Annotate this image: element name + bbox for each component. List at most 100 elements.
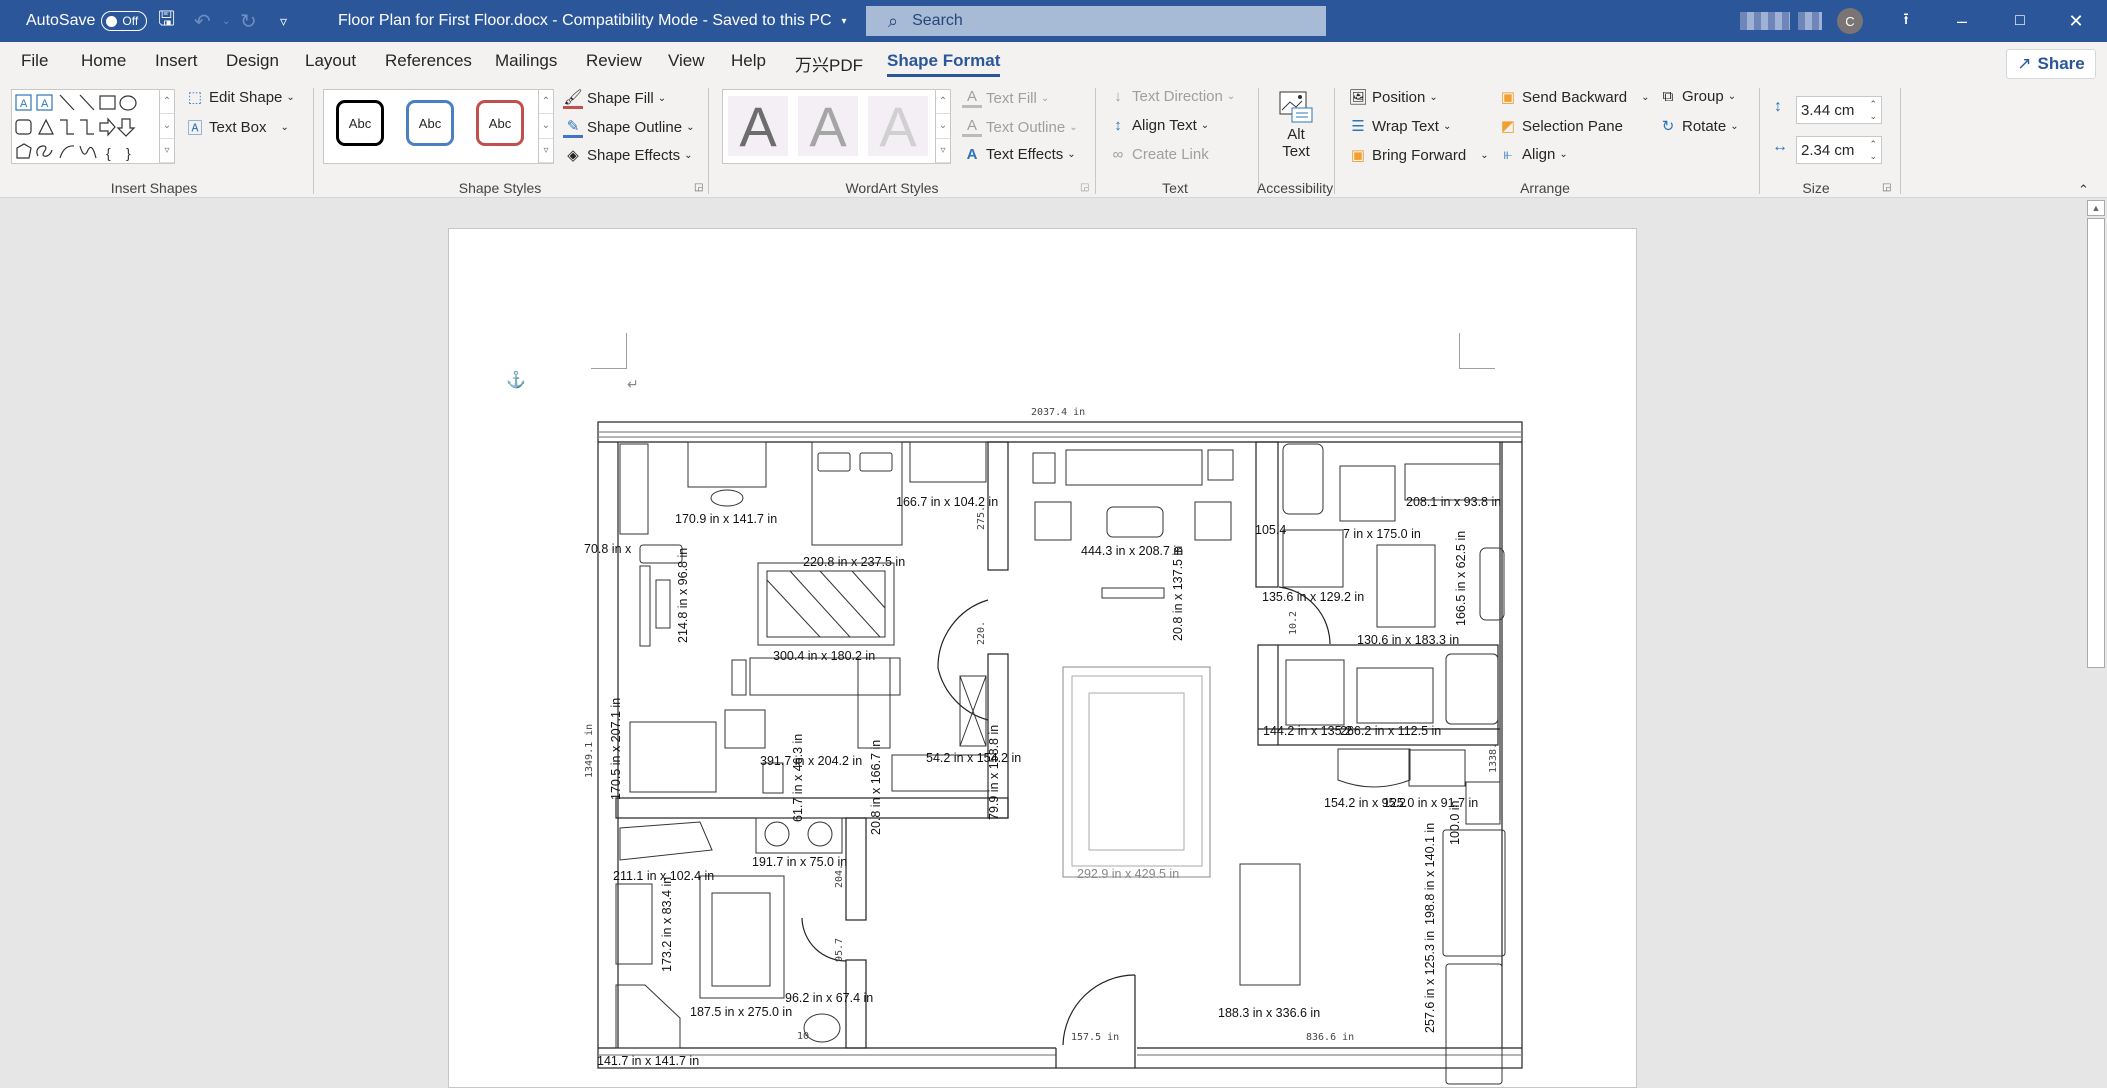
dim-mark: 10	[797, 1031, 809, 1042]
furniture-size-label: 144.2 in x 135.2	[1263, 724, 1352, 738]
scroll-up-arrow-icon[interactable]: ▲	[2087, 200, 2105, 216]
rug-stripe	[766, 579, 821, 638]
office-equipment	[1356, 667, 1434, 724]
furniture-size-label: 79.9 in x 158.8 in	[987, 725, 1001, 820]
living-room-rug-inner	[1071, 675, 1203, 867]
furniture-size-label: 173.2 in x 83.4 in	[660, 877, 674, 972]
furniture-size-label: 191.7 in x 75.0 in	[752, 855, 847, 869]
furniture-size-label: 292.9 in x 429.5 in	[1077, 867, 1179, 881]
rug-inner	[766, 570, 886, 638]
desk	[1339, 465, 1396, 522]
bed	[811, 441, 903, 546]
furniture-size-label: 266.2 in x 112.5 in	[1340, 724, 1441, 738]
floor-plan-drawing[interactable]: 2037.4 in 1349.1 in 1338. 157.5 in 836.6…	[0, 0, 2107, 1087]
dim-mark: 10.2	[1288, 611, 1299, 635]
corner-shower	[615, 984, 681, 1049]
desk	[687, 441, 767, 488]
washer	[1282, 443, 1324, 515]
wardrobe	[619, 443, 649, 535]
furniture-size-label: 444.3 in x 208.7 in	[1081, 544, 1183, 558]
sink	[807, 821, 833, 847]
furniture-size-label: 20.8 in x 166.7 in	[869, 740, 883, 835]
bottom-wall-label: 836.6 in	[1306, 1032, 1354, 1043]
bathtub	[619, 821, 713, 861]
dining-table	[1239, 863, 1301, 986]
dim-mark: 220.	[976, 621, 987, 645]
furniture-size-label: 300.4 in x 180.2 in	[773, 649, 875, 663]
bathroom-rug	[699, 875, 785, 999]
cabinet	[615, 883, 653, 965]
furniture-size-label: 257.6 in x 125.3 in	[1423, 931, 1437, 1033]
furniture-size-label: 54.2 in x 154.2 in	[926, 751, 1021, 765]
furniture-size-label: 198.8 in x 140.1 in	[1423, 823, 1437, 925]
armchair	[724, 709, 766, 749]
tv-stand	[639, 565, 651, 647]
furniture-size-label: 188.3 in x 336.6 in	[1218, 1006, 1320, 1020]
overall-width-label: 2037.4 in	[1031, 407, 1085, 418]
furniture-size-label: 20.8 in x 137.5 in	[1171, 546, 1185, 641]
furniture-size-label: 70.8 in x	[584, 542, 632, 556]
chair	[710, 489, 744, 507]
furniture-size-label: 135.6 in x 129.2 in	[1262, 590, 1364, 604]
dim-mark: 275.	[976, 506, 987, 530]
double-vanity	[755, 817, 843, 854]
kitchen-sink	[1445, 963, 1503, 1085]
side-table	[1032, 452, 1056, 484]
overall-height-label: 1349.1 in	[584, 724, 595, 778]
rug-stripe	[789, 570, 851, 638]
furniture-size-label: 61.7 in x 46.3 in	[791, 734, 805, 822]
side-table	[731, 659, 747, 696]
entry-door-width-label: 157.5 in	[1071, 1032, 1119, 1043]
furniture-size-label: 100.0 in	[1448, 800, 1462, 845]
wall-segment	[615, 797, 1009, 819]
scrollbar-thumb[interactable]	[2087, 218, 2105, 668]
furniture-size-label: 125.0 in x 91.7 in	[1383, 796, 1478, 810]
cabinet	[1408, 749, 1466, 787]
sectional-sofa	[749, 657, 901, 696]
furniture-size-label: 166.7 in x 104.2 in	[896, 495, 998, 509]
fax-machine	[1285, 659, 1345, 726]
rug-stripe	[819, 570, 881, 638]
furniture-size-label: 187.5 in x 275.0 in	[690, 1005, 792, 1019]
printer	[1282, 529, 1344, 588]
furniture-size-label: 7 in x 175.0 in	[1343, 527, 1421, 541]
furniture-size-label: 141.7 in x 141.7 in	[597, 1054, 699, 1068]
right-height-label: 1338.	[1488, 743, 1499, 773]
rug	[1376, 544, 1436, 628]
tv	[1101, 587, 1165, 599]
furniture-size-label: 208.1 in x 93.8 in	[1406, 495, 1501, 509]
plan-labels: 2037.4 in 1349.1 in 1338. 157.5 in 836.6…	[584, 407, 1501, 1068]
sink	[764, 821, 790, 847]
toilet	[803, 1013, 841, 1043]
furniture-size-label: 166.5 in x 62.5 in	[1454, 531, 1468, 626]
furniture-size-label: 214.8 in x 96.8 in	[676, 548, 690, 643]
furniture-size-label: 220.8 in x 237.5 in	[803, 555, 905, 569]
furniture-size-label: 96.2 in x 67.4 in	[785, 991, 873, 1005]
rug-stripe	[851, 570, 886, 609]
computer	[655, 579, 671, 629]
round-table	[1337, 748, 1411, 788]
living-room-rug-center	[1088, 692, 1185, 851]
side-table	[1207, 449, 1234, 481]
vertical-scrollbar[interactable]: ▲	[2086, 198, 2107, 1087]
furniture-size-label: 170.5 in x 207.1 in	[609, 698, 623, 800]
kids-bed	[629, 721, 717, 793]
pillow	[817, 452, 851, 472]
rug	[757, 562, 895, 646]
furniture-size-label: 391.7 in x 204.2 in	[760, 754, 862, 768]
furniture-size-label: 105.4	[1255, 523, 1286, 537]
copier	[1445, 653, 1499, 725]
ottoman	[1106, 506, 1164, 538]
stove	[1442, 829, 1506, 957]
wall-segment	[1255, 441, 1279, 588]
armchair	[1034, 501, 1072, 541]
sofa	[1065, 449, 1203, 486]
bathroom-rug-inner	[711, 892, 771, 987]
cabinet	[909, 441, 987, 483]
armchair	[1194, 501, 1232, 541]
sofa-chaise	[857, 657, 891, 749]
pillow	[859, 452, 893, 472]
dim-mark: 95.7	[834, 938, 845, 962]
furniture-size-label: 170.9 in x 141.7 in	[675, 512, 777, 526]
wall-segment	[845, 817, 867, 921]
